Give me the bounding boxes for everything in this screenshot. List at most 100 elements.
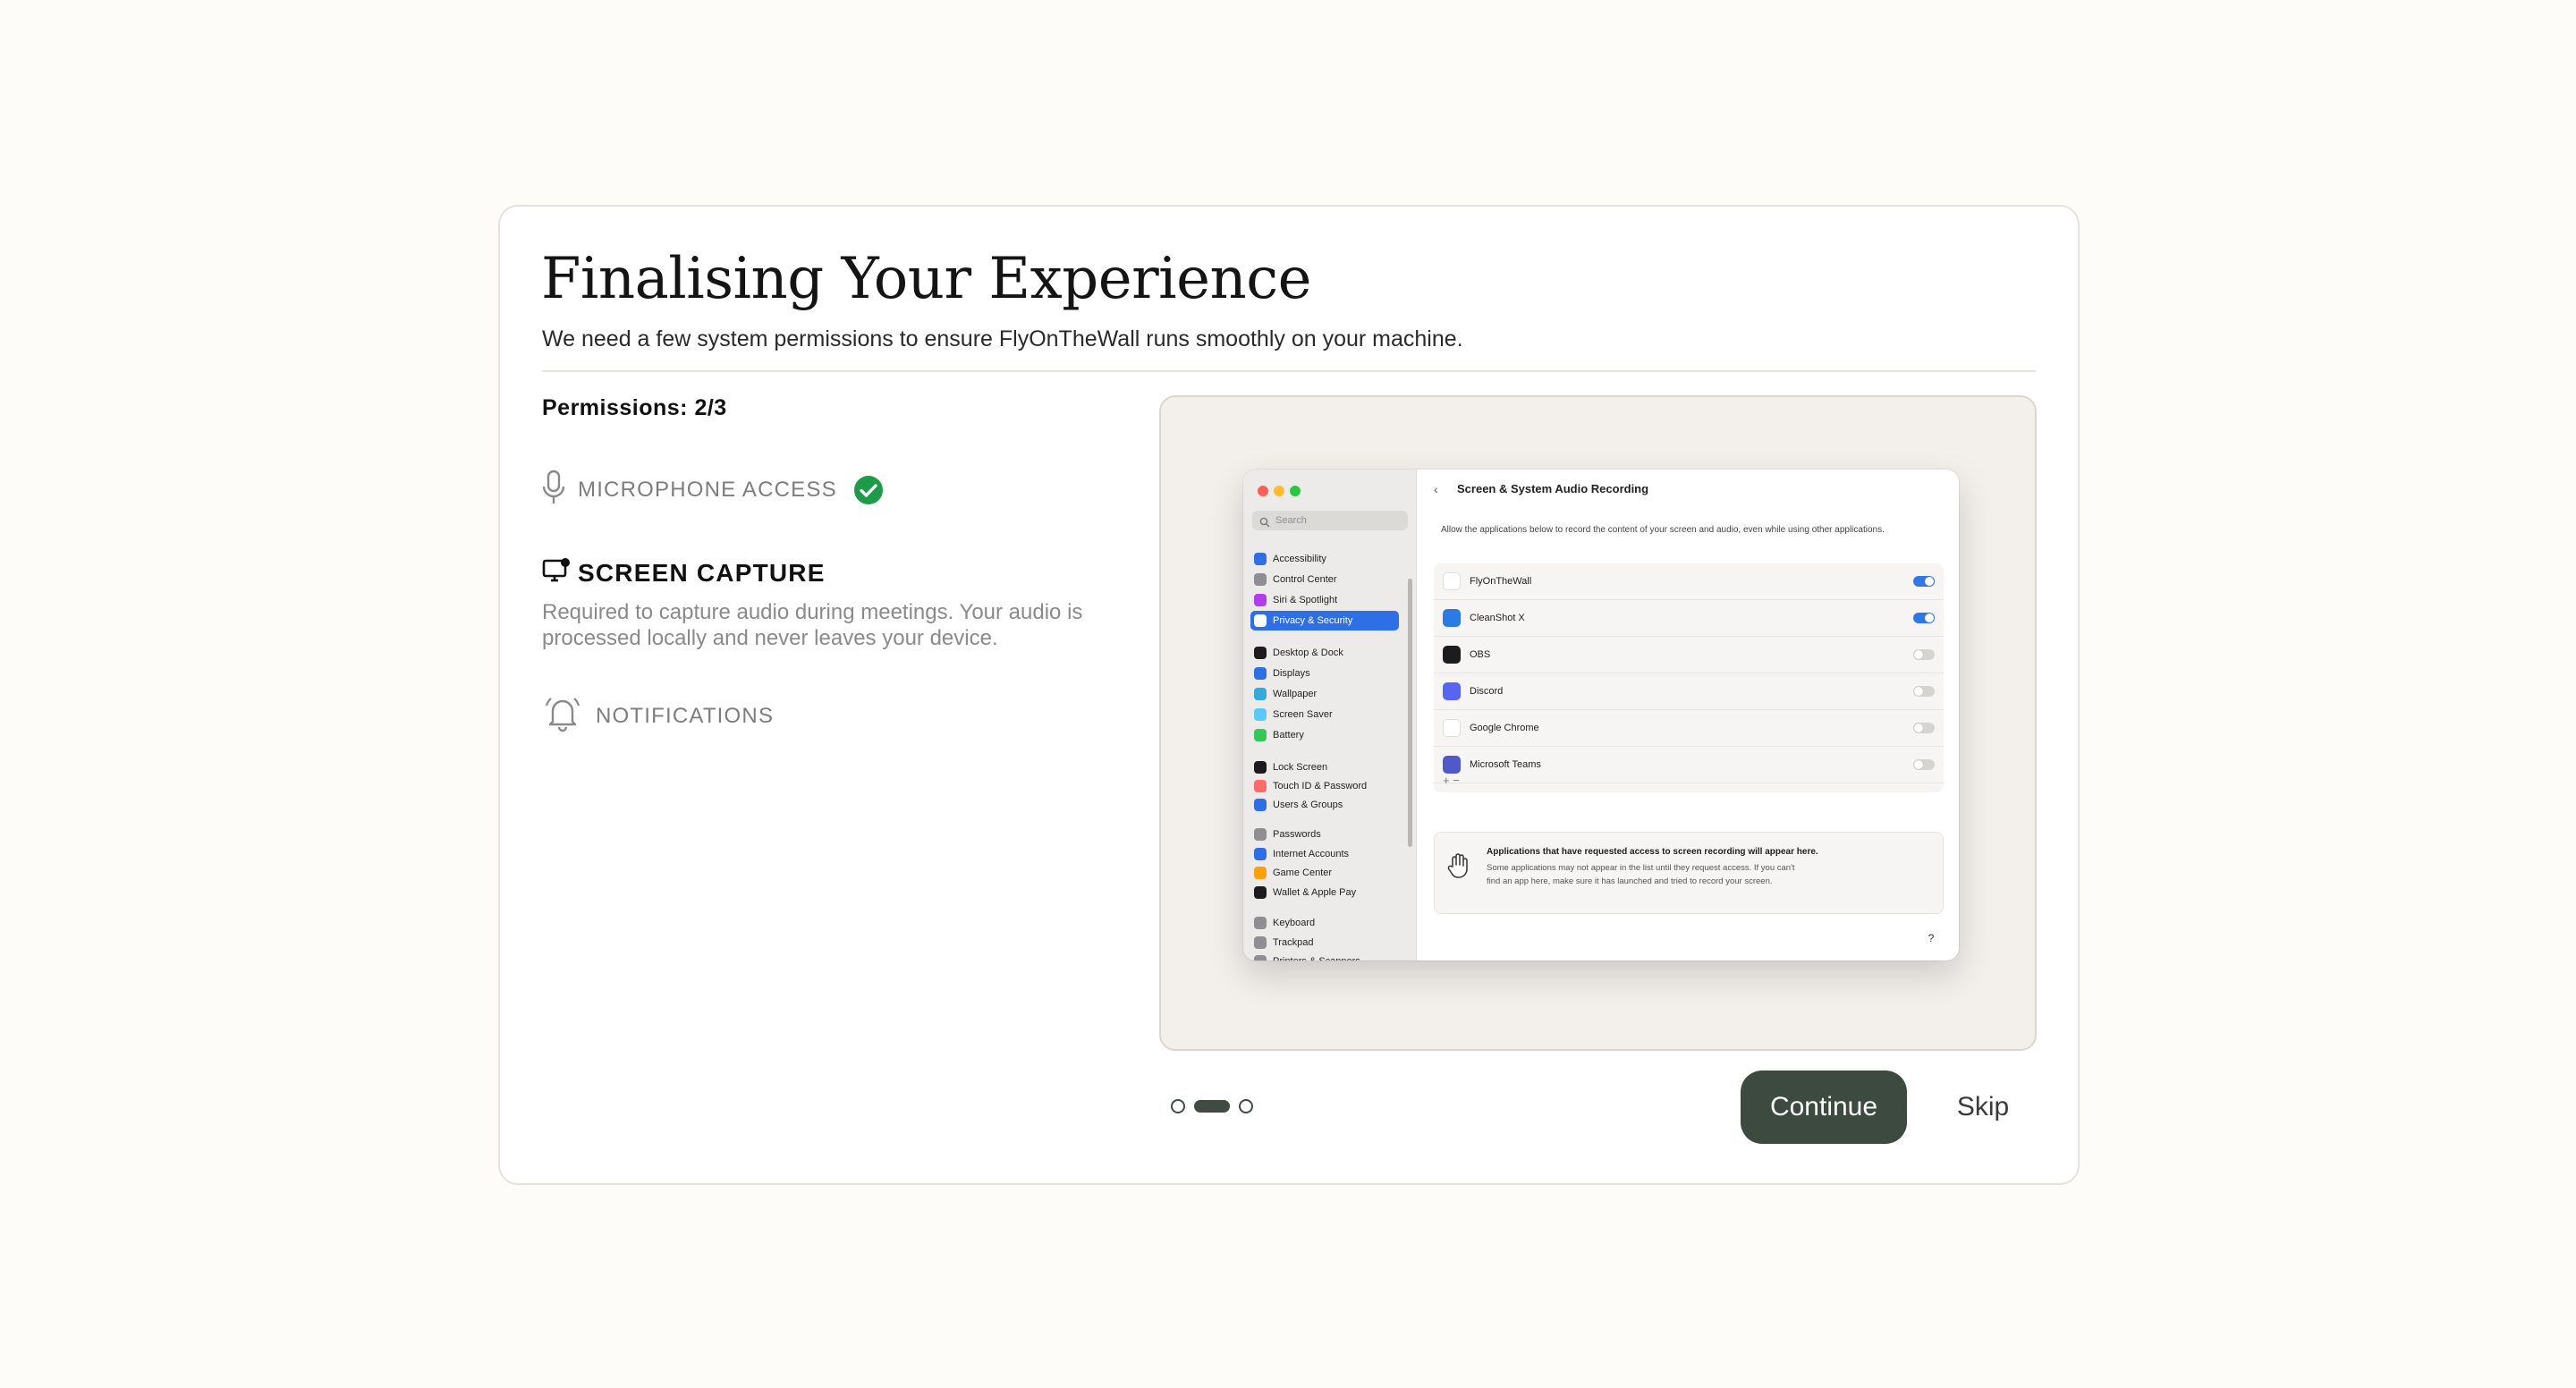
onboarding-card: Finalising Your Experience We need a few… xyxy=(498,205,2080,1185)
settings-category-icon xyxy=(1254,729,1267,741)
sidebar-item-label: Touch ID & Password xyxy=(1273,781,1368,791)
system-settings-window: Search Accessibility Control Center Siri &… xyxy=(1243,470,1959,961)
sidebar-item[interactable]: Touch ID & Password xyxy=(1250,776,1399,796)
app-permission-row: OBS xyxy=(1434,637,1944,673)
sidebar-item[interactable]: Wallet & Apple Pay xyxy=(1250,883,1399,902)
sidebar-item-label: Siri & Spotlight xyxy=(1273,595,1338,605)
step-dot-active[interactable] xyxy=(1194,1100,1230,1113)
sidebar-item-label: Wallet & Apple Pay xyxy=(1273,887,1357,898)
info-text: Some applications may not appear in the … xyxy=(1487,863,1795,886)
app-permission-toggle[interactable] xyxy=(1913,686,1935,697)
step-dot[interactable] xyxy=(1171,1099,1185,1113)
sidebar-item[interactable]: Screen Saver xyxy=(1250,705,1399,724)
sidebar-item[interactable]: Displays xyxy=(1250,664,1399,683)
permission-notifications[interactable]: NOTIFICATIONS xyxy=(542,693,774,739)
app-icon xyxy=(1443,646,1461,664)
settings-category-icon xyxy=(1254,799,1267,811)
page-title: Finalising Your Experience xyxy=(541,246,1311,312)
app-icon xyxy=(1443,719,1461,737)
settings-panel-title: Screen & System Audio Recording xyxy=(1457,482,1649,495)
step-dot[interactable] xyxy=(1239,1099,1253,1113)
sidebar-item-label: Trackpad xyxy=(1273,937,1314,948)
app-permission-row: Discord xyxy=(1434,673,1944,710)
app-icon xyxy=(1443,682,1461,700)
sidebar-item[interactable]: Keyboard xyxy=(1250,913,1399,933)
hand-icon xyxy=(1447,852,1470,884)
app-permission-toggle[interactable] xyxy=(1913,759,1935,770)
sidebar-item-label: Privacy & Security xyxy=(1273,615,1353,626)
sidebar-item[interactable]: Desktop & Dock xyxy=(1250,643,1399,663)
app-icon xyxy=(1443,572,1461,590)
sidebar-item[interactable]: Control Center xyxy=(1250,570,1399,589)
app-permission-toggle[interactable] xyxy=(1913,649,1935,660)
sidebar-item[interactable]: Wallpaper xyxy=(1250,684,1399,704)
settings-category-icon xyxy=(1254,886,1267,899)
permission-microphone[interactable]: MICROPHONE ACCESS xyxy=(542,470,884,510)
continue-button[interactable]: Continue xyxy=(1741,1071,1907,1144)
sidebar-item[interactable]: Siri & Spotlight xyxy=(1250,590,1399,610)
sidebar-item[interactable]: Game Center xyxy=(1250,863,1399,883)
sidebar-item[interactable]: Battery xyxy=(1250,725,1399,745)
settings-category-icon xyxy=(1254,917,1267,929)
app-icon xyxy=(1443,609,1461,627)
app-icon xyxy=(1443,756,1461,774)
sidebar-item[interactable]: Users & Groups xyxy=(1250,795,1399,815)
skip-button[interactable]: Skip xyxy=(1940,1083,2026,1131)
app-name: Microsoft Teams xyxy=(1470,759,1541,770)
app-permission-row: CleanShot X xyxy=(1434,600,1944,637)
settings-category-icon xyxy=(1254,553,1267,565)
sidebar-item[interactable]: Printers & Scanners xyxy=(1250,952,1399,961)
sidebar-item-label: Lock Screen xyxy=(1273,762,1328,773)
settings-category-icon xyxy=(1254,780,1267,792)
settings-category-icon xyxy=(1254,955,1267,961)
sidebar-item-label: Desktop & Dock xyxy=(1273,647,1343,658)
app-permission-list: FlyOnTheWall CleanShot X OBS Discord Google … xyxy=(1434,563,1944,792)
help-button[interactable]: ? xyxy=(1923,930,1939,946)
sidebar-item-label: Wallpaper xyxy=(1273,689,1318,699)
app-name: OBS xyxy=(1470,649,1491,660)
permission-screen-capture[interactable]: SCREEN CAPTURE xyxy=(542,557,826,588)
app-permission-row: FlyOnTheWall xyxy=(1434,563,1944,600)
app-permission-toggle[interactable] xyxy=(1913,723,1935,733)
settings-category-icon xyxy=(1254,614,1267,627)
info-title: Applications that have requested access … xyxy=(1487,847,1818,857)
search-placeholder: Search xyxy=(1275,515,1307,526)
sidebar-item[interactable]: Lock Screen xyxy=(1250,757,1399,777)
settings-category-icon xyxy=(1254,936,1267,949)
request-info-box: Applications that have requested access … xyxy=(1434,832,1944,914)
app-name: FlyOnTheWall xyxy=(1470,576,1532,587)
zoom-window-icon xyxy=(1290,486,1301,496)
permission-label: NOTIFICATIONS xyxy=(596,703,775,728)
sidebar-item[interactable]: Trackpad xyxy=(1250,933,1399,952)
app-permission-row: Google Chrome xyxy=(1434,710,1944,747)
settings-category-icon xyxy=(1254,688,1267,700)
back-chevron-icon[interactable]: ‹ xyxy=(1434,482,1438,496)
divider xyxy=(542,370,2036,372)
app-permission-toggle[interactable] xyxy=(1913,576,1935,587)
permissions-count: Permissions: 2/3 xyxy=(542,395,727,420)
screen-capture-icon xyxy=(542,557,571,588)
sidebar-item-label: Users & Groups xyxy=(1273,800,1343,810)
add-remove-buttons[interactable]: + − xyxy=(1443,774,1460,787)
settings-search-input[interactable]: Search xyxy=(1252,511,1408,530)
permission-label: SCREEN CAPTURE xyxy=(578,558,826,587)
sidebar-item[interactable]: Passwords xyxy=(1250,825,1399,844)
sidebar-item[interactable]: Privacy & Security xyxy=(1250,611,1399,631)
settings-category-icon xyxy=(1254,867,1267,879)
sidebar-item[interactable]: Accessibility xyxy=(1250,549,1399,569)
sidebar-item-label: Keyboard xyxy=(1273,918,1316,928)
sidebar-item-label: Passwords xyxy=(1273,829,1321,840)
sidebar-item-label: Screen Saver xyxy=(1273,709,1333,720)
sidebar-item-label: Internet Accounts xyxy=(1273,849,1349,859)
sidebar-item-label: Printers & Scanners xyxy=(1273,956,1360,961)
sidebar-scrollbar[interactable] xyxy=(1408,579,1412,847)
sidebar-item-label: Control Center xyxy=(1273,574,1337,585)
app-permission-toggle[interactable] xyxy=(1913,613,1935,623)
sidebar-item[interactable]: Internet Accounts xyxy=(1250,844,1399,864)
bell-icon xyxy=(542,693,583,739)
minimize-window-icon xyxy=(1274,486,1284,496)
permission-label: MICROPHONE ACCESS xyxy=(578,477,837,502)
settings-category-icon xyxy=(1254,573,1267,586)
settings-main-panel: ‹ Screen & System Audio Recording Allow … xyxy=(1418,470,1959,961)
page-subtitle: We need a few system permissions to ensu… xyxy=(542,326,1463,351)
